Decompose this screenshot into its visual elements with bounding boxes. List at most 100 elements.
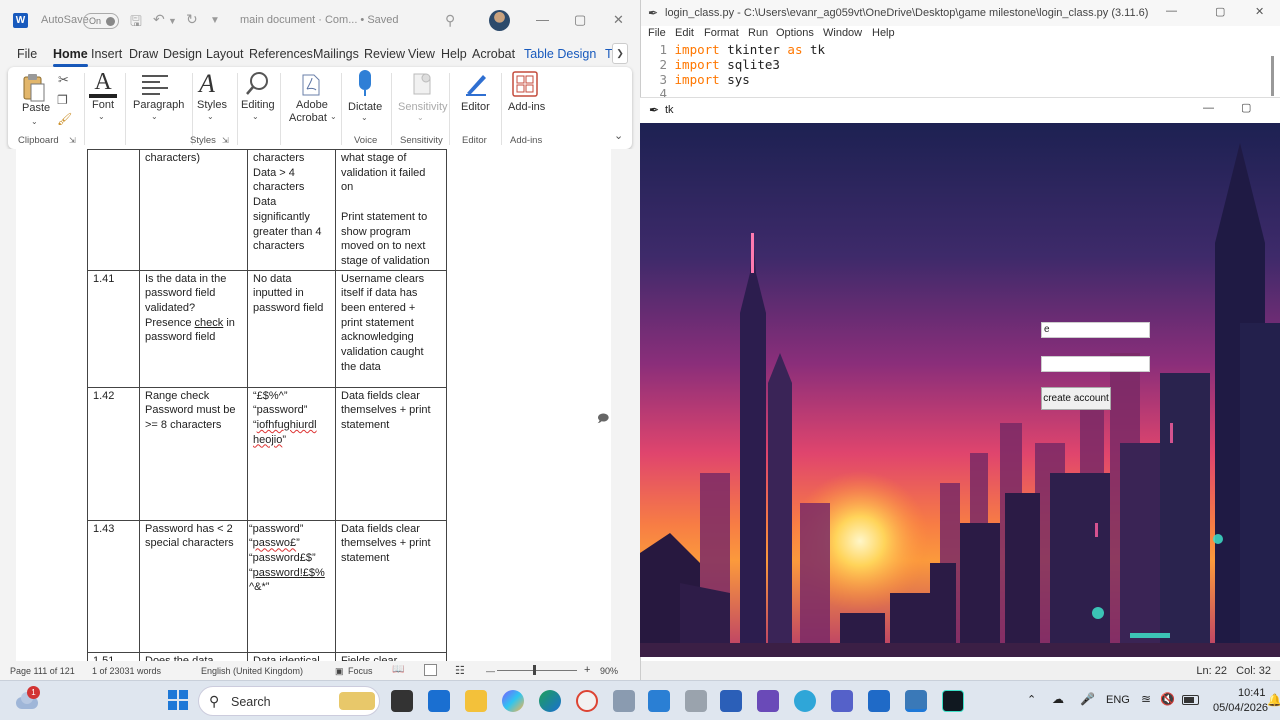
tab-mailings[interactable]: Mailings	[313, 47, 359, 61]
undo-icon[interactable]: ↶	[153, 11, 165, 28]
code-editor[interactable]: 1 import tkinter as tk 2 import sqlite3 …	[647, 42, 1267, 102]
add-ins-label[interactable]: Add-ins	[508, 101, 545, 113]
onedrive-icon[interactable]: ☁	[1052, 692, 1064, 706]
vscode-icon[interactable]	[648, 690, 670, 712]
adobe-acrobat-icon[interactable]	[300, 73, 322, 97]
edge-icon[interactable]	[539, 690, 561, 712]
tab-table-design[interactable]: Table Design	[524, 47, 596, 61]
table-cell-id[interactable]: 1.41	[87, 269, 140, 388]
task-view-icon[interactable]	[391, 690, 413, 712]
adobe-dropdown-icon[interactable]: ⌄	[330, 112, 337, 121]
save-icon[interactable]: 🖫	[130, 11, 142, 35]
table-row[interactable]: 1.42 Range check Password must be >= 8 c…	[87, 386, 447, 521]
close-icon[interactable]: ✕	[613, 12, 624, 28]
redo-icon[interactable]: ↻	[186, 11, 198, 28]
undo-dropdown-icon[interactable]: ▼	[168, 16, 177, 26]
comment-icon[interactable]: 🗩	[597, 410, 609, 429]
paragraph-dropdown-icon[interactable]: ⌄	[151, 112, 158, 121]
ribbon-scroll-right-button[interactable]: ❯	[612, 43, 628, 64]
read-mode-icon[interactable]: 📖	[392, 664, 404, 675]
customize-qat-icon[interactable]: ▼	[210, 15, 220, 26]
table-cell[interactable]	[87, 149, 140, 271]
vertical-scrollbar[interactable]	[630, 149, 640, 661]
tab-review[interactable]: Review	[364, 47, 405, 61]
focus-button[interactable]: Focus	[348, 666, 373, 676]
font-label[interactable]: Font	[92, 99, 114, 111]
clock-date[interactable]: 05/04/2026	[1213, 702, 1268, 714]
taskbar-search-box[interactable]: ⚲ Search	[198, 686, 380, 716]
minimize-icon[interactable]: —	[1203, 102, 1214, 114]
minimize-icon[interactable]: —	[536, 12, 549, 27]
word-count[interactable]: 1 of 23031 words	[92, 666, 161, 676]
table-cell[interactable]: characters Data > 4 characters Data sign…	[247, 149, 336, 271]
editing-label[interactable]: Editing	[241, 99, 275, 111]
language[interactable]: English (United Kingdom)	[201, 666, 303, 676]
zoom-slider-thumb[interactable]	[533, 665, 536, 675]
menu-edit[interactable]: Edit	[675, 27, 694, 39]
add-ins-icon[interactable]	[512, 71, 538, 97]
copy-icon[interactable]: ❐	[57, 93, 68, 107]
table-cell[interactable]: No data inputted in password field	[247, 269, 336, 388]
cut-icon[interactable]: ✂	[58, 72, 69, 88]
battery-icon[interactable]	[1182, 695, 1199, 705]
zoom-in-icon[interactable]: +	[584, 664, 590, 676]
styles-launcher-icon[interactable]: ⇲	[222, 136, 229, 145]
tab-home[interactable]: Home	[53, 47, 88, 67]
tab-draw[interactable]: Draw	[129, 47, 158, 61]
clipboard-launcher-icon[interactable]: ⇲	[69, 136, 76, 145]
table-cell-id[interactable]: 1.42	[87, 386, 140, 521]
chevron-up-icon[interactable]: ⌃	[1027, 693, 1036, 706]
adobe-label-line2[interactable]: Acrobat	[289, 112, 327, 124]
idle-scrollbar[interactable]	[1271, 56, 1274, 96]
format-painter-icon[interactable]: 🖌	[57, 112, 72, 126]
zoom-level[interactable]: 90%	[600, 666, 618, 676]
menu-file[interactable]: File	[648, 27, 666, 39]
copilot-icon[interactable]	[502, 690, 524, 712]
close-icon[interactable]: ✕	[1255, 5, 1264, 18]
styles-icon[interactable]: A	[199, 69, 225, 99]
tab-references[interactable]: References	[249, 47, 313, 61]
table-cell[interactable]: Is the data in the password field valida…	[139, 269, 248, 388]
table-row[interactable]: 1.43 Password has < 2 special characters…	[87, 519, 447, 653]
table-row[interactable]: 1.41 Is the data in the password field v…	[87, 269, 447, 388]
focus-icon[interactable]: ▣	[335, 666, 344, 677]
menu-window[interactable]: Window	[823, 27, 862, 39]
clock-time[interactable]: 10:41	[1238, 687, 1266, 699]
python-idle-icon[interactable]	[905, 690, 927, 712]
menu-format[interactable]: Format	[704, 27, 739, 39]
zoom-slider[interactable]	[497, 670, 577, 671]
print-layout-icon[interactable]	[424, 664, 437, 676]
table-cell[interactable]: Data fields clear themselves + print sta…	[335, 386, 447, 521]
table-cell[interactable]: “£$%^” “password” “iofhfughiurdl heojio”	[247, 386, 336, 521]
terminal-icon[interactable]	[942, 690, 964, 712]
menu-help[interactable]: Help	[872, 27, 895, 39]
search-icon[interactable]: ⚲	[445, 12, 455, 29]
zoom-out-icon[interactable]: —	[486, 666, 495, 676]
microphone-icon[interactable]	[357, 70, 373, 98]
font-icon[interactable]: A	[89, 69, 117, 99]
tab-view[interactable]: View	[408, 47, 435, 61]
avatar[interactable]	[489, 10, 510, 31]
table-cell[interactable]: Data fields clear themselves + print sta…	[335, 519, 447, 653]
editing-icon[interactable]	[244, 70, 272, 98]
tk-entry-password[interactable]	[1041, 356, 1150, 372]
editing-dropdown-icon[interactable]: ⌄	[252, 112, 259, 121]
table-cell[interactable]: “password” “passwo£” “password£$” “passw…	[247, 519, 336, 653]
dictate-dropdown-icon[interactable]: ⌄	[361, 113, 368, 122]
font-dropdown-icon[interactable]: ⌄	[98, 112, 105, 121]
maximize-icon[interactable]: ▢	[1241, 101, 1251, 114]
adobe-label-line1[interactable]: Adobe	[296, 99, 328, 111]
tab-layout[interactable]: Layout	[206, 47, 244, 61]
table-cell-id[interactable]: 1.43	[87, 519, 140, 653]
store-icon[interactable]	[428, 690, 450, 712]
paste-label[interactable]: Paste	[22, 102, 50, 114]
tab-file[interactable]: File	[17, 47, 37, 61]
document-title[interactable]: main document · Com... • Saved	[240, 14, 399, 26]
dictate-label[interactable]: Dictate	[348, 101, 382, 113]
styles-dropdown-icon[interactable]: ⌄	[207, 112, 214, 121]
microphone-icon[interactable]: 🎤	[1080, 692, 1095, 706]
file-explorer-icon[interactable]	[465, 690, 487, 712]
tray-lang[interactable]: ENG	[1106, 694, 1130, 706]
paragraph-icon[interactable]	[142, 75, 168, 95]
page-count[interactable]: Page 111 of 121	[10, 666, 75, 676]
